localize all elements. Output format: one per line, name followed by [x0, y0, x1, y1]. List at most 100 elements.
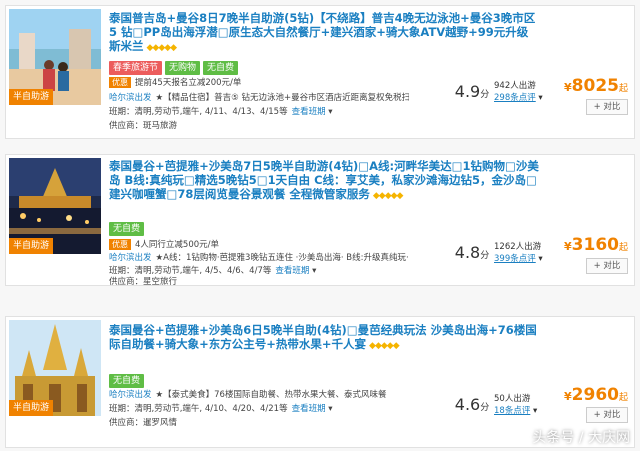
view-schedule-link[interactable]: 查看班期 [292, 107, 326, 117]
score-value: 4.6 [454, 395, 481, 414]
feature-desc: ★【精品住宿】普吉⑤ 钻无边泳池+曼谷市区酒店近距离复权免税扫货! [155, 93, 409, 103]
traveler-count: 1262人出游 [494, 242, 542, 252]
price-suffix: 起 [618, 393, 628, 403]
promo-text: 提前45天报名立减200元/单 [135, 78, 242, 88]
tour-type-badge: 半自助游 [9, 400, 53, 416]
chevron-down-icon[interactable]: ▾ [536, 93, 542, 103]
promo-text: 4人同行立减500元/单 [135, 240, 219, 250]
price-suffix: 起 [618, 243, 628, 253]
rating-score: 4.6分 [454, 395, 490, 414]
tour-title[interactable]: 泰国曼谷+芭提雅+沙美岛7日5晚半自助游(4钻)□A线:河畔华美达□1钻购物□沙… [109, 159, 539, 203]
price-value: 2960 [571, 385, 619, 405]
diamond-rating-icon: ◆◆◆◆◆ [369, 341, 400, 351]
feature-line: 哈尔滨出发 ★【泰式美食】76楼国际自助餐、热带水果大餐、泰式风味餐 [109, 389, 409, 401]
tour-title[interactable]: 泰国曼谷+芭提雅+沙美岛6日5晚半自助(4钻)□曼芭经典玩法 沙美岛出海+76楼… [109, 323, 539, 353]
chevron-down-icon[interactable]: ▾ [530, 406, 537, 416]
diamond-rating-icon: ◆◆◆◆◆ [146, 43, 178, 53]
review-link[interactable]: 298条点评 [494, 93, 536, 103]
supplier-line: 供应商：斑马旅游 [109, 120, 409, 132]
rating-score: 4.8分 [454, 243, 490, 262]
feature-desc: ★【泰式美食】76楼国际自助餐、热带水果大餐、泰式风味餐 [155, 390, 387, 400]
tour-type-badge: 半自助游 [9, 89, 53, 105]
tour-stats: 942人出游 298条点评 ▾ [494, 80, 564, 104]
price: ¥8025起 [558, 76, 628, 96]
promo-tag: 优惠 [109, 239, 131, 250]
chevron-down-icon[interactable]: ▾ [326, 107, 332, 117]
departure-city: 哈尔滨出发 [109, 253, 152, 263]
currency-symbol: ¥ [564, 81, 572, 94]
tour-title-link[interactable]: 泰国曼谷+芭提雅+沙美岛6日5晚半自助(4钻)□曼芭经典玩法 沙美岛出海+76楼… [109, 323, 537, 351]
chip-no-shopping: 无购物 [165, 61, 201, 75]
score-value: 4.8 [454, 243, 481, 262]
promo-line: 优惠 4人同行立减500元/单 [109, 239, 409, 251]
tour-title-link[interactable]: 泰国曼谷+芭提雅+沙美岛7日5晚半自助游(4钻)□A线:河畔华美达□1钻购物□沙… [109, 159, 539, 201]
schedule-dates: 清明,劳动节,端午, 4/10、4/20、4/21等 [134, 404, 288, 414]
feature-line: 哈尔滨出发 ★A线：1钻购物·芭提雅3晚钻五连住 ·沙美岛出海· B线:升级真纯玩… [109, 252, 409, 264]
schedule-dates: 清明,劳动节,端午, 4/11、4/13、4/15等 [134, 107, 288, 117]
toutiao-logo-icon [502, 430, 524, 446]
view-schedule-link[interactable]: 查看班期 [275, 266, 309, 276]
schedule-label: 班期： [109, 404, 135, 414]
compare-button[interactable]: + 对比 [586, 407, 628, 423]
promo-tag: 优惠 [109, 77, 131, 88]
schedule-line: 班期：清明,劳动节,端午, 4/11、4/13、4/15等 查看班期 ▾ [109, 106, 409, 118]
departure-city: 哈尔滨出发 [109, 93, 152, 103]
chip-no-self-pay: 无自费 [109, 374, 145, 388]
review-link[interactable]: 18条点评 [494, 406, 530, 416]
tour-type-badge: 半自助游 [9, 238, 53, 254]
diamond-rating-icon: ◆◆◆◆◆ [372, 191, 404, 201]
schedule-label: 班期： [109, 266, 135, 276]
feature-line: 哈尔滨出发 ★【精品住宿】普吉⑤ 钻无边泳池+曼谷市区酒店近距离复权免税扫货! [109, 92, 409, 104]
price-value: 8025 [571, 76, 619, 96]
compare-button[interactable]: + 对比 [586, 258, 628, 274]
chevron-down-icon[interactable]: ▾ [326, 404, 332, 414]
schedule-label: 班期： [109, 107, 135, 117]
price-value: 3160 [571, 235, 619, 255]
score-value: 4.9 [454, 82, 481, 101]
supplier-line: 供应商：星空旅行 [109, 276, 409, 288]
currency-symbol: ¥ [564, 390, 572, 403]
review-link[interactable]: 399条点评 [494, 254, 536, 264]
traveler-count: 50人出游 [494, 394, 531, 404]
view-schedule-link[interactable]: 查看班期 [292, 404, 326, 414]
schedule-dates: 清明,劳动节,端午, 4/5、4/6、4/7等 [134, 266, 272, 276]
chip-no-self-pay: 无自费 [109, 222, 145, 236]
schedule-line: 班期：清明,劳动节,端午, 4/10、4/20、4/21等 查看班期 ▾ [109, 403, 409, 415]
watermark: 头条号 / 大庆网 [532, 430, 630, 446]
score-unit: 分 [480, 90, 490, 100]
tour-thumbnail[interactable]: 半自助游 [9, 9, 101, 105]
score-unit: 分 [480, 403, 490, 413]
chevron-down-icon[interactable]: ▾ [309, 266, 316, 276]
tour-title[interactable]: 泰国普吉岛+曼谷8日7晚半自助游(5钻)【不绕路】普吉4晚无边泳池+曼谷3晚市区… [109, 11, 539, 55]
feature-chips: 无自费 [109, 368, 147, 388]
feature-chips: 无自费 [109, 216, 147, 236]
promo-line: 优惠 提前45天报名立减200元/单 [109, 77, 409, 89]
currency-symbol: ¥ [564, 240, 572, 253]
supplier-name: 斑马旅游 [143, 121, 178, 131]
supplier-label: 供应商： [109, 121, 144, 131]
price-suffix: 起 [618, 84, 628, 94]
tour-thumbnail[interactable]: 半自助游 [9, 320, 101, 416]
departure-city: 哈尔滨出发 [109, 390, 152, 400]
tour-stats: 1262人出游 399条点评 ▾ [494, 241, 564, 265]
feature-chips: 春季旅游节 无购物 无自费 [109, 55, 241, 75]
tour-stats: 50人出游 18条点评 ▾ [494, 393, 564, 417]
supplier-line: 供应商：暹罗风情 [109, 417, 409, 429]
tour-listing-1[interactable]: 半自助游 泰国普吉岛+曼谷8日7晚半自助游(5钻)【不绕路】普吉4晚无边泳池+曼… [5, 5, 635, 139]
feature-desc: ★A线：1钻购物·芭提雅3晚钻五连住 ·沙美岛出海· B线:升级真纯玩··1天自… [155, 253, 409, 263]
price: ¥2960起 [558, 385, 628, 405]
chevron-down-icon[interactable]: ▾ [536, 254, 542, 264]
tour-listing-2[interactable]: 半自助游 泰国曼谷+芭提雅+沙美岛7日5晚半自助游(4钻)□A线:河畔华美达□1… [5, 154, 635, 288]
traveler-count: 942人出游 [494, 81, 536, 91]
tour-thumbnail[interactable]: 半自助游 [9, 158, 101, 254]
compare-button[interactable]: + 对比 [586, 99, 628, 115]
supplier-name: 星空旅行 [143, 277, 178, 287]
price: ¥3160起 [558, 235, 628, 255]
rating-score: 4.9分 [454, 82, 490, 101]
supplier-name: 暹罗风情 [143, 418, 178, 428]
chip-travel-festival: 春季旅游节 [109, 61, 163, 75]
supplier-label: 供应商： [109, 277, 144, 287]
score-unit: 分 [480, 251, 490, 261]
chip-no-self-pay: 无自费 [203, 61, 239, 75]
supplier-label: 供应商： [109, 418, 144, 428]
